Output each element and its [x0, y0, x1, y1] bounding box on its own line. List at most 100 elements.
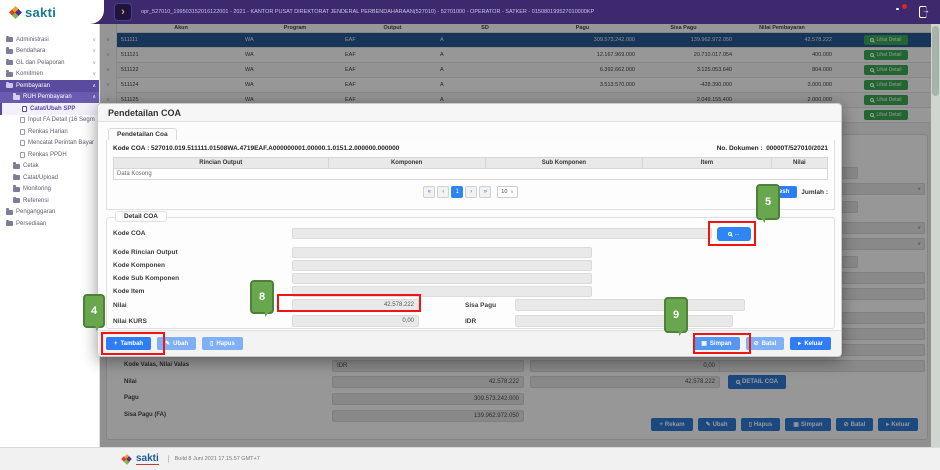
logout-button[interactable] [919, 6, 927, 18]
nilai-kurs-input[interactable]: 0,00 [292, 315, 419, 327]
batal-button[interactable]: ⊘Batal [746, 337, 785, 350]
coa-list-panel: Kode COA : 527010.019.511111.01508WA.471… [106, 140, 835, 210]
sisa-pagu-input[interactable] [515, 299, 745, 311]
sidebar-item-renkas-ppdh[interactable]: Renkas PPDH [0, 149, 99, 161]
sidebar-item-penganggaran[interactable]: Penganggaran [0, 207, 99, 219]
field-label: Kode COA [113, 230, 146, 237]
no-dokumen-value: 00000T/527010/2021 [766, 145, 828, 152]
footer-divider: | [168, 456, 170, 463]
plus-icon: + [114, 341, 118, 347]
sidebar-item-catat-ubah-spp[interactable]: Catat/Ubah SPP [0, 103, 99, 115]
folder-icon [6, 60, 13, 65]
document-icon [20, 140, 25, 146]
chevron-up-icon: ∧ [92, 94, 96, 100]
chevron-down-icon: ∨ [92, 37, 96, 43]
no-dokumen-label: No. Dokumen : [717, 145, 763, 152]
folder-icon [6, 221, 13, 226]
sidebar-item-bendahara[interactable]: Bendahara∨ [0, 46, 99, 58]
pencil-icon: ✎ [165, 340, 170, 347]
folder-icon [13, 175, 20, 180]
step-badge-4: 4 [83, 294, 105, 328]
sidebar-item-administrasi[interactable]: Administrasi∨ [0, 34, 99, 46]
app-logo: sakti [0, 0, 104, 24]
sidebar-item-cetak[interactable]: Cetak [0, 161, 99, 173]
search-icon [728, 232, 732, 236]
sidebar-item-input-fa-detail[interactable]: Input FA Detail (16 Segm [0, 115, 99, 127]
cancel-icon: ⊘ [754, 340, 759, 347]
simpan-button[interactable]: ▣Simpan [693, 337, 739, 350]
notification-badge [902, 4, 907, 9]
sidebar-item-catat-upload[interactable]: Catat/Upload [0, 172, 99, 184]
chevron-down-icon: ∨ [92, 60, 96, 66]
footer-bar: sakti | Build 8 Juni 2021 17.15.57 GMT+7 [0, 447, 940, 470]
sidebar-item-komitmen[interactable]: Komitmen∨ [0, 69, 99, 81]
build-info: Build 8 Juni 2021 17.15.57 GMT+7 [175, 456, 260, 462]
prev-page-button[interactable]: ‹ [437, 186, 449, 198]
chevron-right-icon: › [121, 6, 125, 18]
folder-icon [6, 83, 13, 88]
top-header-bar: sakti › opr_527010_199503152016122001 - … [0, 0, 940, 24]
sidebar-item-persediaan[interactable]: Persediaan [0, 218, 99, 230]
document-icon [22, 106, 27, 112]
folder-icon [6, 37, 13, 42]
sidebar-toggle-button[interactable]: › [114, 3, 132, 21]
page-size-select[interactable]: 10∨ [497, 186, 517, 198]
sidebar-item-monitoring[interactable]: Monitoring [0, 184, 99, 196]
field-label: Kode Komponen [113, 262, 165, 269]
folder-icon [13, 164, 20, 169]
scrollbar-thumb[interactable] [932, 26, 939, 96]
kode-komponen-input[interactable] [292, 260, 592, 271]
keluar-button[interactable]: ▸Keluar [790, 337, 831, 350]
ubah-button[interactable]: ✎Ubah [157, 337, 196, 350]
step-badge-5: 5 [756, 184, 780, 220]
next-page-button[interactable]: › [465, 186, 477, 198]
coa-detail-table: Rincian Output Komponen Sub Komponen Ite… [113, 157, 828, 180]
pagination: « ‹ 1 › » 10∨ [107, 186, 834, 198]
kode-coa-value: 527010.019.511111.01508WA.4719EAF.A00000… [151, 145, 399, 152]
trash-icon: ▯ [210, 340, 213, 347]
chevron-down-icon: ∨ [92, 48, 96, 54]
tambah-button[interactable]: +Tambah [106, 337, 151, 350]
sakti-logo-icon [10, 7, 21, 18]
session-info-text: opr_527010_199503152016122001 - 2021 - K… [141, 9, 594, 15]
kode-sub-komponen-input[interactable] [292, 273, 592, 284]
sidebar-item-gl-dan-pelaporan[interactable]: GL dan Pelaporan∨ [0, 57, 99, 69]
first-page-button[interactable]: « [423, 186, 435, 198]
kode-rincian-output-input[interactable] [292, 247, 592, 258]
folder-icon [6, 210, 13, 215]
app-logo-text: sakti [25, 5, 56, 20]
current-page-button[interactable]: 1 [451, 186, 463, 198]
sidebar-item-referensi[interactable]: Referensi [0, 195, 99, 207]
idr-input[interactable] [515, 315, 733, 327]
notifications-button[interactable] [893, 7, 904, 18]
sidebar-item-ruh-pembayaran[interactable]: RUH Pembayaran∧ [0, 92, 99, 104]
hapus-button[interactable]: ▯Hapus [202, 337, 243, 350]
sidebar-item-mencatat-perintah-bayar[interactable]: Mencatat Perintah Bayar [0, 138, 99, 150]
folder-icon [6, 49, 13, 54]
kode-coa-label: Kode COA : [113, 145, 149, 152]
sidebar-item-pembayaran[interactable]: Pembayaran∧ [0, 80, 99, 92]
chevron-up-icon: ∧ [92, 83, 96, 89]
save-icon: ▣ [701, 340, 707, 347]
vertical-scrollbar[interactable] [931, 24, 940, 447]
sakti-logo-icon [122, 455, 131, 464]
detail-coa-panel: Detail COA Kode COA ... Kode Rincian Out… [106, 217, 835, 329]
nilai-input[interactable]: 42.578.222 [292, 299, 419, 311]
folder-icon [13, 198, 20, 203]
sidebar-item-renkas-harian[interactable]: Renkas Harian [0, 126, 99, 138]
kode-item-input[interactable] [292, 286, 592, 297]
step-badge-9: 9 [664, 297, 688, 333]
pendetailan-coa-modal: Pendetailan COA Pendetailan Coa Kode COA… [97, 103, 842, 357]
last-page-button[interactable]: » [479, 186, 491, 198]
coa-search-button[interactable]: ... [717, 227, 751, 241]
field-label: IDR [465, 318, 476, 325]
kode-coa-input[interactable] [292, 228, 712, 239]
document-icon [20, 152, 25, 158]
app-window: sakti › opr_527010_199503152016122001 - … [0, 0, 940, 470]
document-icon [20, 117, 25, 123]
tab-detail-coa[interactable]: Detail COA [115, 211, 167, 222]
footer-logo-text: sakti [136, 454, 159, 465]
field-label: Kode Rincian Output [113, 249, 178, 256]
folder-icon [6, 72, 13, 77]
exit-icon: ▸ [798, 340, 801, 347]
